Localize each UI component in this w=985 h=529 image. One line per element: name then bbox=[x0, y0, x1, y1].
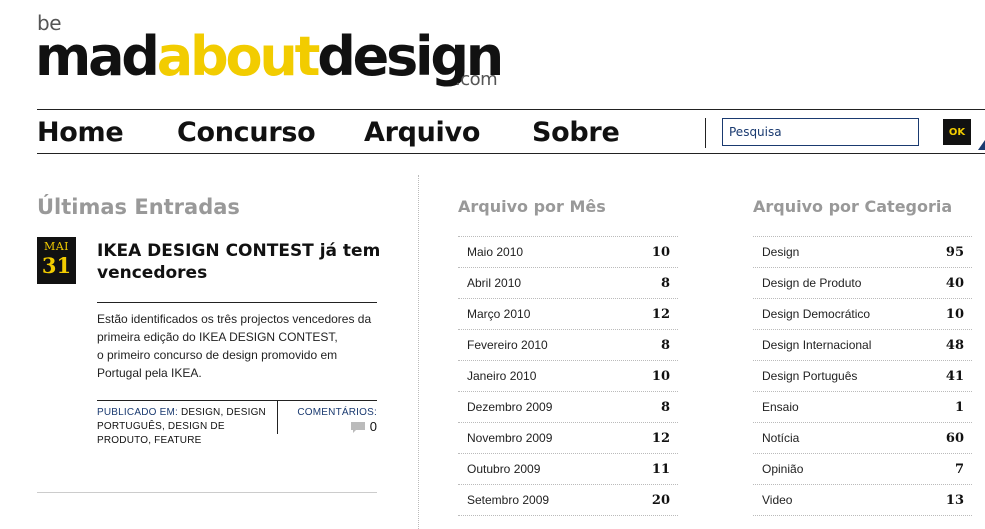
post-date-day: 31 bbox=[41, 253, 72, 278]
archive-month-item[interactable]: Março 2010 12 bbox=[458, 299, 678, 330]
archive-category-item-label[interactable]: Opinião bbox=[762, 462, 803, 476]
archive-month-item[interactable]: Maio 2010 10 bbox=[458, 237, 678, 268]
nav-top-rule bbox=[37, 109, 985, 110]
archive-category-item-count: 1 bbox=[954, 399, 964, 415]
archive-month-item-count: 10 bbox=[651, 244, 670, 260]
archive-month-item-label[interactable]: Fevereiro 2010 bbox=[467, 338, 548, 352]
archive-month-item[interactable]: Outubro 2009 11 bbox=[458, 454, 678, 485]
archive-category-list: Design 95 Design de Produto 40 Design Democr… bbox=[753, 236, 972, 516]
archive-category-item-count: 10 bbox=[945, 306, 964, 322]
post-excerpt-line: Portugal pela IKEA. bbox=[97, 366, 202, 380]
post-title-link[interactable]: IKEA DESIGN CONTEST já tem vencedores bbox=[97, 240, 387, 284]
post-excerpt-line: primeira edição do IKEA DESIGN CONTEST, bbox=[97, 330, 338, 344]
archive-month-item-label[interactable]: Novembro 2009 bbox=[467, 431, 552, 445]
archive-category-item-count: 95 bbox=[945, 244, 964, 260]
archive-category-item-label[interactable]: Design de Produto bbox=[762, 276, 861, 290]
post-date-month: MAI bbox=[43, 240, 70, 253]
archive-month-item-label[interactable]: Setembro 2009 bbox=[467, 493, 549, 507]
nav-home[interactable]: Home bbox=[37, 116, 124, 150]
published-label: PUBLICADO EM: bbox=[97, 407, 178, 418]
latest-entries-title: Últimas Entradas bbox=[37, 195, 240, 219]
archive-month-title: Arquivo por Mês bbox=[458, 197, 606, 216]
post-excerpt-line: Estão identificados os três projectos ve… bbox=[97, 312, 372, 326]
archive-month-item-label[interactable]: Janeiro 2010 bbox=[467, 369, 536, 383]
archive-category-item[interactable]: Notícia 60 bbox=[753, 423, 972, 454]
archive-month-item-count: 12 bbox=[651, 430, 670, 446]
archive-month-item-count: 20 bbox=[651, 492, 670, 508]
post-categories: PUBLICADO EM: DESIGN, DESIGN PORTUGUÊS, … bbox=[97, 406, 272, 448]
archive-category-item-label[interactable]: Notícia bbox=[762, 431, 799, 445]
archive-category-item-label[interactable]: Video bbox=[762, 493, 792, 507]
corner-arrow-icon bbox=[978, 140, 985, 150]
latest-bottom-rule bbox=[37, 492, 377, 493]
post-title-rule bbox=[97, 302, 377, 303]
archive-month-item-count: 8 bbox=[660, 337, 670, 353]
archive-category-item-count: 13 bbox=[945, 492, 964, 508]
archive-category-item[interactable]: Design Democrático 10 bbox=[753, 299, 972, 330]
archive-month-item-count: 8 bbox=[660, 275, 670, 291]
archive-category-item[interactable]: Ensaio 1 bbox=[753, 392, 972, 423]
column-divider bbox=[418, 175, 419, 529]
archive-category-item-count: 48 bbox=[945, 337, 964, 353]
archive-month-item-label[interactable]: Março 2010 bbox=[467, 307, 530, 321]
logo-wordmark: madaboutdesign bbox=[35, 25, 504, 88]
nav-bottom-rule bbox=[37, 153, 985, 154]
archive-category-item-count: 60 bbox=[945, 430, 964, 446]
archive-category-item-label[interactable]: Design Democrático bbox=[762, 307, 870, 321]
post-meta-separator bbox=[277, 400, 278, 434]
archive-category-item[interactable]: Design 95 bbox=[753, 237, 972, 268]
archive-month-item-label[interactable]: Outubro 2009 bbox=[467, 462, 540, 476]
archive-category-title: Arquivo por Categoria bbox=[753, 197, 953, 216]
archive-month-item-count: 10 bbox=[651, 368, 670, 384]
logo-part-mad: mad bbox=[35, 25, 160, 88]
nav-arquivo[interactable]: Arquivo bbox=[364, 116, 480, 150]
comments-link[interactable]: COMENTÁRIOS: bbox=[282, 406, 377, 420]
archive-month-item-label[interactable]: Abril 2010 bbox=[467, 276, 521, 290]
archive-month-item-count: 8 bbox=[660, 399, 670, 415]
archive-month-item[interactable]: Novembro 2009 12 bbox=[458, 423, 678, 454]
archive-month-item[interactable]: Setembro 2009 20 bbox=[458, 485, 678, 516]
archive-category-item[interactable]: Opinião 7 bbox=[753, 454, 972, 485]
archive-category-item[interactable]: Video 13 bbox=[753, 485, 972, 516]
logo-part-about: about bbox=[156, 25, 321, 88]
site-logo[interactable]: be madaboutdesign .com bbox=[35, 12, 507, 92]
archive-category-item-label[interactable]: Design Internacional bbox=[762, 338, 871, 352]
archive-category-item[interactable]: Design Internacional 48 bbox=[753, 330, 972, 361]
nav-concurso[interactable]: Concurso bbox=[177, 116, 316, 150]
post-meta-rule bbox=[97, 400, 377, 401]
post-date-badge: MAI 31 bbox=[37, 237, 76, 284]
comments-count[interactable]: 0 bbox=[349, 419, 377, 435]
archive-category-item-label[interactable]: Design bbox=[762, 245, 799, 259]
nav-sobre[interactable]: Sobre bbox=[532, 116, 620, 150]
search-input[interactable] bbox=[722, 118, 919, 146]
search-ok-button[interactable]: OK bbox=[943, 119, 971, 145]
archive-month-item-count: 12 bbox=[651, 306, 670, 322]
nav-separator bbox=[705, 118, 706, 148]
archive-month-item[interactable]: Fevereiro 2010 8 bbox=[458, 330, 678, 361]
archive-month-item[interactable]: Janeiro 2010 10 bbox=[458, 361, 678, 392]
archive-category-item-count: 7 bbox=[954, 461, 964, 477]
archive-month-item-count: 11 bbox=[651, 461, 670, 477]
archive-month-item[interactable]: Abril 2010 8 bbox=[458, 268, 678, 299]
archive-category-item-label[interactable]: Design Português bbox=[762, 369, 857, 383]
archive-category-item-count: 40 bbox=[945, 275, 964, 291]
post-excerpt: Estão identificados os três projectos ve… bbox=[97, 310, 379, 382]
post-excerpt-line: o primeiro concurso de design promovido … bbox=[97, 348, 338, 362]
archive-category-item[interactable]: Design Português 41 bbox=[753, 361, 972, 392]
archive-month-item-label[interactable]: Maio 2010 bbox=[467, 245, 523, 259]
archive-category-item-count: 41 bbox=[945, 368, 964, 384]
archive-month-list: Maio 2010 10 Abril 2010 8 Março 2010 12 Fevere… bbox=[458, 236, 678, 516]
logo-com: .com bbox=[455, 69, 498, 90]
archive-month-item-label[interactable]: Dezembro 2009 bbox=[467, 400, 552, 414]
archive-month-item[interactable]: Dezembro 2009 8 bbox=[458, 392, 678, 423]
archive-category-item[interactable]: Design de Produto 40 bbox=[753, 268, 972, 299]
archive-category-item-label[interactable]: Ensaio bbox=[762, 400, 799, 414]
